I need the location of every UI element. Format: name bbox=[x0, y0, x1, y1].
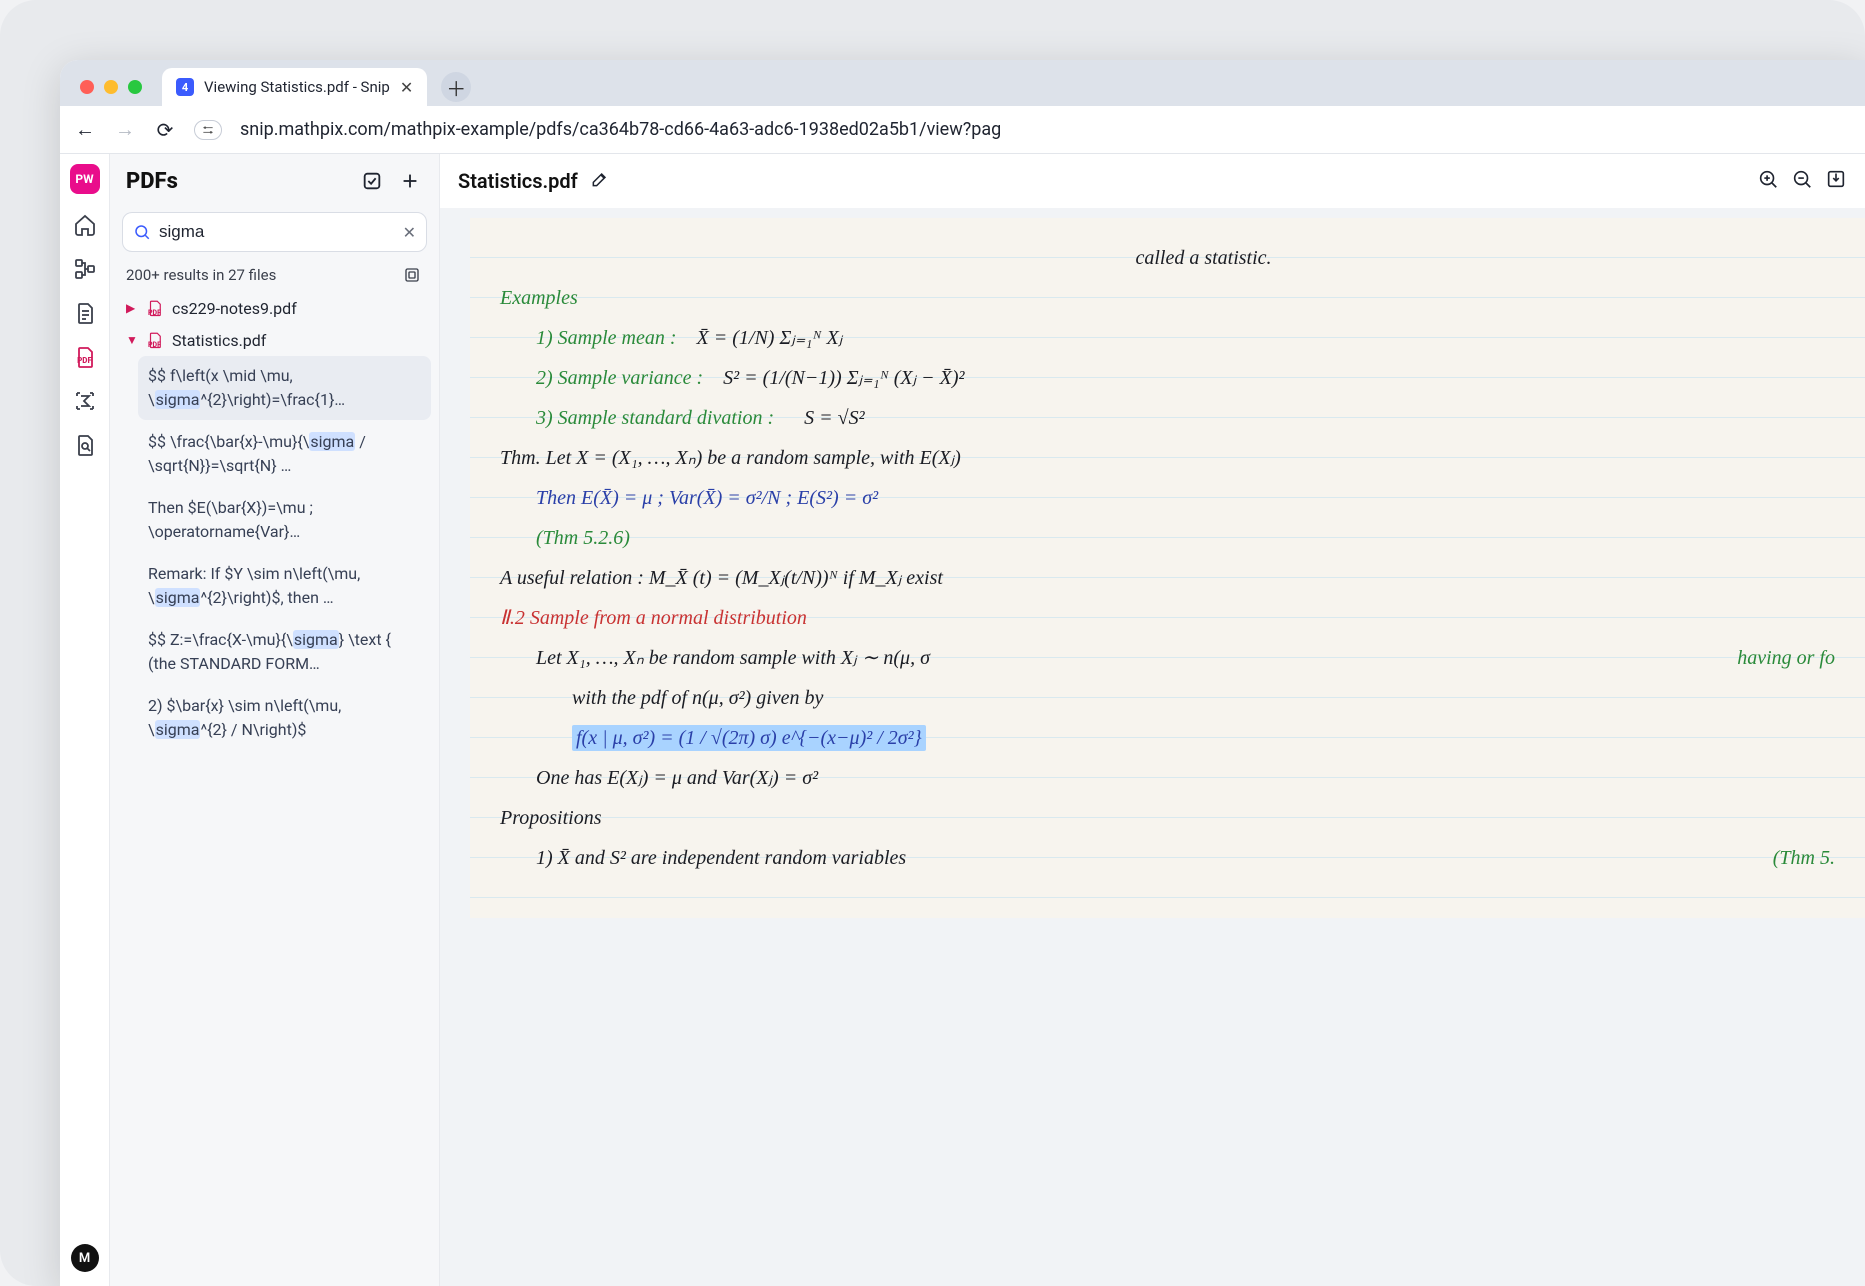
zoom-in-button[interactable] bbox=[1757, 168, 1779, 194]
page-text: Examples bbox=[500, 278, 1835, 318]
pdf-file-icon: PDF bbox=[146, 298, 164, 318]
home-icon[interactable] bbox=[72, 212, 98, 238]
results-tree: ▶ PDF cs229-notes9.pdf ▼ PDF St bbox=[110, 292, 439, 1286]
pdf-viewer: Statistics.pdf bbox=[440, 154, 1865, 1286]
file-node[interactable]: ▶ PDF cs229-notes9.pdf bbox=[118, 292, 431, 324]
file-name: cs229-notes9.pdf bbox=[172, 299, 297, 318]
file-node[interactable]: ▼ PDF Statistics.pdf bbox=[118, 324, 431, 356]
image-search-icon[interactable] bbox=[72, 432, 98, 458]
download-button[interactable] bbox=[1825, 168, 1847, 194]
zoom-out-button[interactable] bbox=[1791, 168, 1813, 194]
search-icon bbox=[133, 223, 151, 241]
collapse-all-button[interactable] bbox=[401, 264, 423, 286]
clear-search-button[interactable]: ✕ bbox=[403, 223, 416, 242]
workspace-badge[interactable]: PW bbox=[70, 164, 100, 194]
tab-close-button[interactable]: ✕ bbox=[400, 78, 413, 97]
address-bar[interactable]: snip.mathpix.com/mathpix-example/pdfs/ca… bbox=[240, 119, 1851, 140]
page-text: Then E(X̄) = μ ; Var(X̄) = σ²/N ; E(S²) … bbox=[500, 478, 1835, 518]
document-title: Statistics.pdf bbox=[458, 169, 578, 193]
add-pdf-button[interactable] bbox=[397, 168, 423, 194]
page-annotation: having or fo bbox=[1737, 638, 1835, 678]
caret-down-icon: ▼ bbox=[126, 333, 138, 347]
tab-strip: 4 Viewing Statistics.pdf - Snip ✕ ＋ bbox=[60, 60, 1865, 106]
new-tab-button[interactable]: ＋ bbox=[441, 72, 471, 102]
search-result[interactable]: Remark: If $Y \sim n\left(\mu, \sigma^{2… bbox=[138, 554, 431, 618]
page-text: S² = (1/(N−1)) Σⱼ₌₁ᴺ (Xⱼ − X̄)² bbox=[723, 367, 964, 389]
tree-icon[interactable] bbox=[72, 256, 98, 282]
pdf-page: called a statistic. Examples 1) Sample m… bbox=[470, 218, 1865, 918]
page-annotation: (Thm 5. bbox=[1773, 838, 1835, 878]
page-scroll[interactable]: called a statistic. Examples 1) Sample m… bbox=[440, 208, 1865, 1286]
search-result[interactable]: 2) $\bar{x} \sim n\left(\mu, \sigma^{2} … bbox=[138, 686, 431, 750]
page-text: One has E(Xⱼ) = μ and Var(Xⱼ) = σ² bbox=[500, 758, 1835, 798]
page-text: (Thm 5.2.6) bbox=[500, 518, 1835, 558]
window-close-button[interactable] bbox=[80, 80, 94, 94]
page-text: called a statistic. bbox=[500, 238, 1835, 278]
page-text: 1) X̄ and S² are independent random vari… bbox=[536, 838, 906, 878]
highlighted-match: f(x | μ, σ²) = (1 / √(2π) σ) e^{−(x−μ)² … bbox=[572, 725, 926, 751]
forward-button[interactable]: → bbox=[114, 117, 136, 142]
pdf-file-icon: PDF bbox=[146, 330, 164, 350]
viewer-header: Statistics.pdf bbox=[440, 154, 1865, 208]
app-body: PW PDF bbox=[60, 154, 1865, 1286]
page-text: 3) Sample standard divation : bbox=[536, 407, 774, 429]
page-text: Propositions bbox=[500, 798, 1835, 838]
caret-right-icon: ▶ bbox=[126, 301, 138, 315]
page-text: 1) Sample mean : bbox=[536, 327, 677, 349]
back-button[interactable]: ← bbox=[74, 117, 96, 142]
tab-favicon: 4 bbox=[176, 78, 194, 96]
search-result[interactable]: Then $E(\bar{X})=\mu ; \operatorname{Var… bbox=[138, 488, 431, 552]
search-input[interactable] bbox=[159, 222, 395, 242]
page-heading: Ⅱ.2 Sample from a normal distribution bbox=[500, 598, 1835, 638]
page-text: Let X₁, …, Xₙ be random sample with Xⱼ ∼… bbox=[536, 638, 930, 678]
page-text: Thm. Let X = (X₁, …, Xₙ) be a random sam… bbox=[500, 438, 1835, 478]
select-all-button[interactable] bbox=[359, 168, 385, 194]
page-text: A useful relation : M_X̄ (t) = (M_Xⱼ(t/N… bbox=[500, 558, 1835, 598]
browser-window: 4 Viewing Statistics.pdf - Snip ✕ ＋ ← → … bbox=[60, 60, 1865, 1286]
file-name: Statistics.pdf bbox=[172, 331, 266, 350]
site-settings-button[interactable] bbox=[194, 120, 222, 140]
results-summary: 200+ results in 27 files bbox=[126, 266, 276, 284]
sigma-capture-icon[interactable] bbox=[72, 388, 98, 414]
window-minimize-button[interactable] bbox=[104, 80, 118, 94]
pdf-icon[interactable]: PDF bbox=[72, 344, 98, 370]
side-panel-header: PDFs bbox=[110, 154, 439, 208]
browser-tab[interactable]: 4 Viewing Statistics.pdf - Snip ✕ bbox=[162, 68, 427, 106]
window-maximize-button[interactable] bbox=[128, 80, 142, 94]
file-results: $$ f\left(x \mid \mu, \sigma^{2}\right)=… bbox=[118, 356, 431, 750]
reload-button[interactable]: ⟳ bbox=[154, 118, 176, 142]
browser-toolbar: ← → ⟳ snip.mathpix.com/mathpix-example/p… bbox=[60, 106, 1865, 154]
page-text: 2) Sample variance : bbox=[536, 367, 703, 389]
tab-title: Viewing Statistics.pdf - Snip bbox=[204, 78, 390, 96]
device-frame: 4 Viewing Statistics.pdf - Snip ✕ ＋ ← → … bbox=[0, 0, 1865, 1286]
window-controls bbox=[74, 80, 154, 106]
page-text: X̄ = (1/N) Σⱼ₌₁ᴺ Xⱼ bbox=[697, 327, 843, 349]
side-panel-title: PDFs bbox=[126, 169, 347, 194]
search-result[interactable]: $$ \frac{\bar{x}-\mu}{\sigma / \sqrt{N}}… bbox=[138, 422, 431, 486]
rename-button[interactable] bbox=[590, 169, 610, 193]
page-text: with the pdf of n(μ, σ²) given by bbox=[500, 678, 1835, 718]
search-box[interactable]: ✕ bbox=[122, 212, 427, 252]
document-icon[interactable] bbox=[72, 300, 98, 326]
page-text: S = √S² bbox=[804, 407, 864, 429]
search-result[interactable]: $$ f\left(x \mid \mu, \sigma^{2}\right)=… bbox=[138, 356, 431, 420]
side-panel: PDFs ✕ 200+ results in 27 files bbox=[110, 154, 440, 1286]
nav-rail: PW PDF bbox=[60, 154, 110, 1286]
results-summary-row: 200+ results in 27 files bbox=[110, 260, 439, 292]
search-result[interactable]: $$ Z:=\frac{X-\mu}{\sigma} \text { (the … bbox=[138, 620, 431, 684]
user-avatar[interactable]: M bbox=[71, 1244, 99, 1272]
